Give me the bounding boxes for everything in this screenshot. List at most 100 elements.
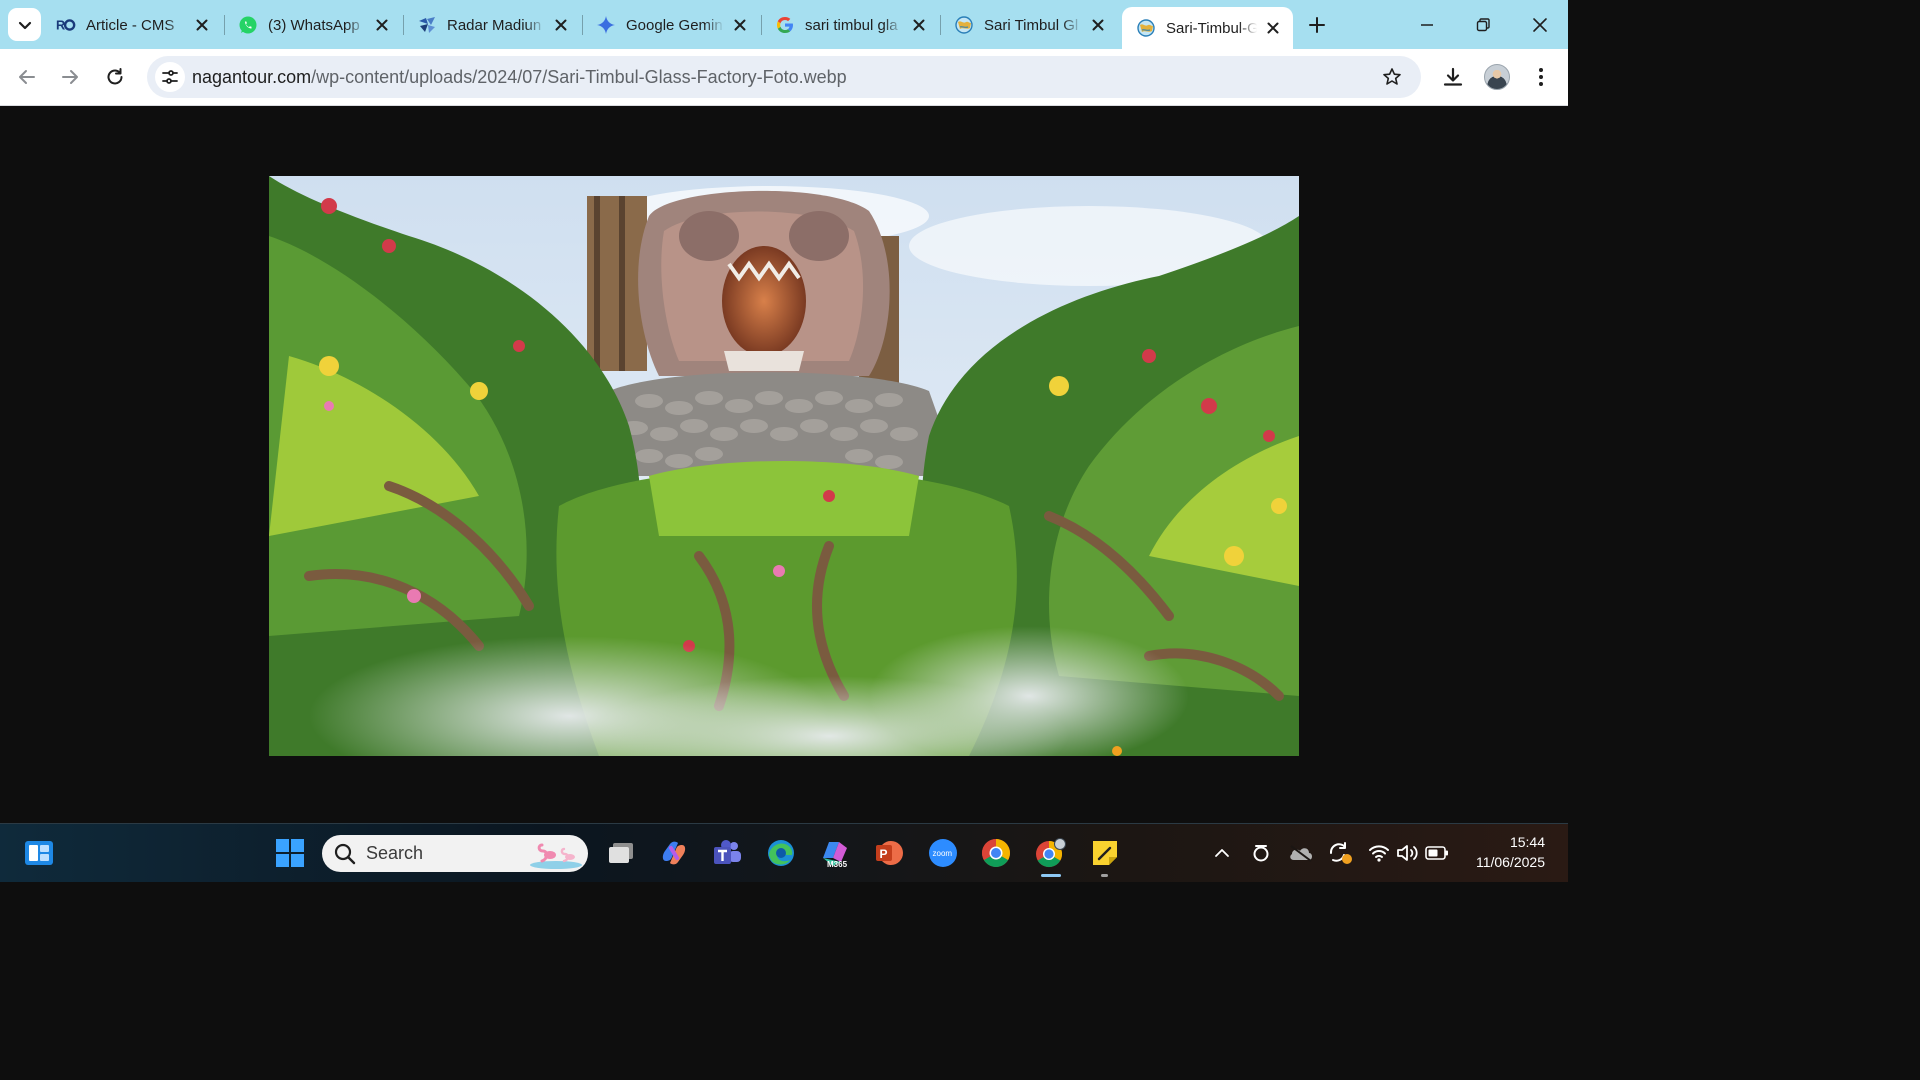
widgets-icon [25,841,53,865]
sticky-notes-button[interactable] [1088,836,1122,870]
open-app-indicator [1101,874,1108,877]
back-button[interactable] [14,64,40,90]
tab-whatsapp[interactable]: (3) WhatsApp [224,9,402,41]
tab-search-button[interactable] [8,8,41,41]
reload-button[interactable] [102,64,128,90]
restore-button[interactable] [1470,12,1496,38]
close-icon[interactable] [1088,15,1108,35]
tab-title: Sari Timbul Gl [984,16,1079,34]
url-path: /wp-content/uploads/2024/07/Sari-Timbul-… [311,67,847,87]
powerpoint-button[interactable]: P [872,836,906,870]
task-view-button[interactable] [604,836,638,870]
close-icon[interactable] [372,15,392,35]
tune-icon [162,70,178,84]
clock-date[interactable]: 11/06/2025 [1455,854,1545,870]
more-vert-icon [1539,68,1543,86]
teams-button[interactable] [710,836,744,870]
tab-title: Sari-Timbul-G [1166,19,1257,37]
powerpoint-icon: P [876,841,903,865]
svg-text:R: R [56,18,65,32]
close-icon[interactable] [1263,18,1283,38]
show-hidden-icons-button[interactable] [1205,836,1239,870]
image-viewer [0,107,1568,823]
m365-label: M365 [827,860,848,868]
star-icon [1383,68,1401,85]
m365-button[interactable]: M365 [818,836,852,870]
globe-icon [1136,18,1156,38]
google-icon [775,15,795,35]
tab-title: Article - CMS [86,16,175,34]
sync-button[interactable] [1323,836,1357,870]
plus-icon [1309,17,1325,33]
profile-avatar[interactable] [1484,64,1510,90]
edge-icon [768,840,794,866]
copilot-button[interactable] [657,836,691,870]
active-app-indicator [1041,874,1061,877]
radar-madiun-icon [417,15,437,35]
close-icon[interactable] [730,15,750,35]
volume-icon [1397,845,1418,861]
edge-button[interactable] [764,836,798,870]
restore-icon [1476,18,1490,32]
tab-article-cms[interactable]: R Article - CMS [42,9,222,41]
chrome-icon [982,839,1010,867]
taskbar-search[interactable]: Search [322,835,588,872]
minimize-button[interactable] [1414,12,1440,38]
close-icon [1533,18,1547,32]
chrome-profile-button[interactable] [1033,836,1067,870]
downloads-button[interactable] [1440,64,1466,90]
arrow-left-icon [19,70,35,84]
new-tab-button[interactable] [1305,13,1329,37]
tab-title: sari timbul gla [805,16,898,34]
forward-button[interactable] [57,64,83,90]
tab-sari-timbul-page[interactable]: Sari Timbul Gl [940,9,1118,41]
tab-strip: R Article - CMS (3) WhatsApp Radar Madiu… [0,0,1568,49]
close-window-button[interactable] [1527,12,1553,38]
windows-taskbar: Search M365 P zoom 15:44 11/06/2025 [0,823,1568,882]
sari-timbul-photo [269,176,1299,756]
chrome-button[interactable] [979,836,1013,870]
chrome-profile-icon [1036,838,1066,868]
m365-icon: M365 [823,842,848,868]
ro-logo-icon: R [56,15,76,35]
close-icon[interactable] [192,15,212,35]
displayed-image[interactable] [269,176,1299,756]
tab-title: Google Gemini [626,16,724,34]
chevron-up-icon [1215,849,1229,857]
tray-app-button[interactable] [1244,836,1278,870]
chevron-down-icon [18,21,31,29]
battery-button[interactable] [1420,836,1454,870]
flamingo-doodle-icon [530,843,582,869]
battery-icon [1425,846,1448,860]
copilot-icon [662,841,686,865]
arrow-right-icon [62,70,78,84]
tab-radar-madiun[interactable]: Radar Madiun [403,9,581,41]
browser-toolbar: nagantour.com/wp-content/uploads/2024/07… [0,49,1568,106]
url-host: nagantour.com [192,67,312,87]
gemini-icon [596,15,616,35]
search-placeholder: Search [366,843,424,863]
windows-logo-icon [276,839,304,867]
tab-sari-timbul-image[interactable]: Sari-Timbul-G [1122,7,1293,49]
address-bar[interactable]: nagantour.com/wp-content/uploads/2024/07… [147,56,1421,98]
bookmark-button[interactable] [1381,66,1403,88]
close-icon[interactable] [551,15,571,35]
start-button[interactable] [273,836,307,870]
zoom-button[interactable]: zoom [926,836,960,870]
zoom-label: zoom [933,849,953,858]
menu-button[interactable] [1528,64,1554,90]
globe-icon [954,15,974,35]
download-icon [1443,67,1463,86]
tab-title: (3) WhatsApp [268,16,360,34]
sync-icon [1329,842,1352,864]
teams-icon [714,840,741,864]
tab-google-gemini[interactable]: Google Gemini [582,9,760,41]
tab-google-search[interactable]: sari timbul gla [761,9,939,41]
widgets-button[interactable] [22,836,56,870]
close-icon[interactable] [909,15,929,35]
onedrive-button[interactable] [1284,836,1318,870]
minimize-icon [1421,24,1433,26]
clock-time[interactable]: 15:44 [1455,834,1545,850]
search-icon [334,843,356,865]
site-info-button[interactable] [155,62,185,92]
